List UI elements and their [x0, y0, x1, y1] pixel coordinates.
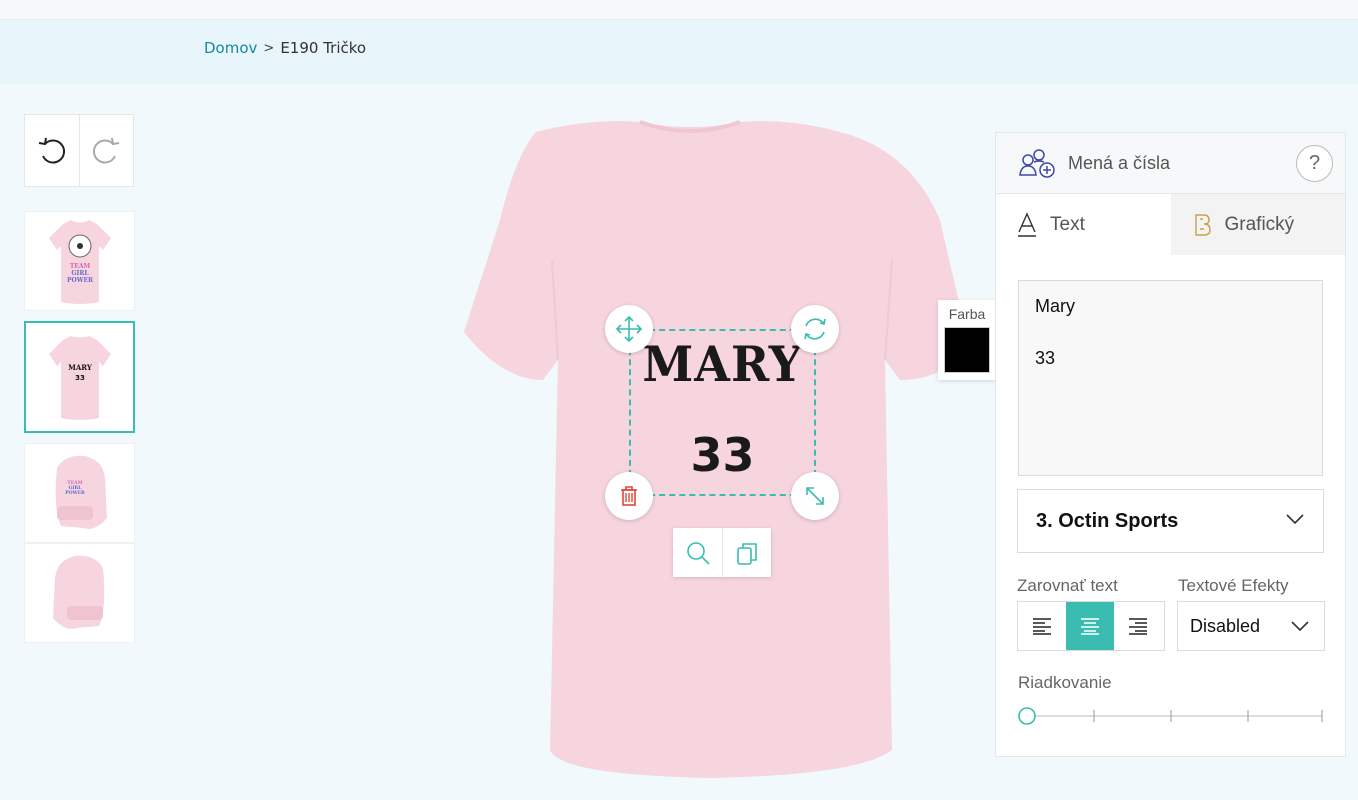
chevron-down-icon: [1286, 514, 1304, 525]
zoom-button[interactable]: [673, 528, 722, 577]
design-tools: [673, 528, 771, 577]
rotate-handle[interactable]: [791, 305, 839, 353]
color-picker-label: Farba: [948, 306, 986, 322]
panel-header: Mená a čísla ?: [996, 133, 1345, 194]
color-picker[interactable]: Farba: [938, 300, 996, 380]
align-left-icon: [1033, 618, 1051, 635]
line-spacing-slider[interactable]: [1018, 705, 1324, 727]
design-number-text[interactable]: 33: [629, 428, 816, 482]
align-center-icon: [1081, 618, 1099, 635]
front-shirt-thumbnail-image: TEAM GIRL POWER: [48, 220, 111, 304]
font-select-value: 3. Octin Sports: [1036, 509, 1179, 532]
help-icon: ?: [1308, 152, 1321, 174]
graphic-icon: [1194, 213, 1211, 236]
thumb-sleeve-line-3: POWER: [65, 490, 85, 496]
move-handle[interactable]: [605, 305, 653, 353]
thumb-front-line-3: POWER: [66, 277, 93, 284]
delete-handle[interactable]: [605, 472, 653, 520]
resize-icon: [806, 487, 824, 505]
text-editor-panel: Mená a čísla ? Text Grafický Mary 33 3. …: [995, 132, 1346, 757]
panel-tabs: Text Grafický: [996, 194, 1345, 255]
thumb-front-line-2: GIRL: [71, 270, 89, 277]
undo-icon: [38, 137, 66, 163]
move-icon: [615, 315, 643, 343]
text-input-area[interactable]: Mary 33: [1018, 280, 1323, 476]
align-label: Zarovnať text: [1017, 576, 1118, 595]
left-sleeve-thumbnail-image: TEAM GIRL POWER: [55, 455, 107, 529]
help-button[interactable]: ?: [1296, 145, 1333, 182]
breadcrumb-separator: >: [263, 40, 275, 56]
back-shirt-thumbnail-image: MARY 33: [48, 336, 111, 420]
top-bar: [0, 0, 1358, 20]
tab-graphic[interactable]: Grafický: [1170, 194, 1345, 255]
undo-button[interactable]: [25, 115, 79, 186]
panel-title: Mená a čísla: [1068, 152, 1171, 173]
trash-icon: [621, 486, 637, 506]
rotate-icon: [804, 318, 826, 340]
thumbnail-back[interactable]: MARY 33: [24, 321, 135, 433]
thumbnail-left-sleeve[interactable]: TEAM GIRL POWER: [24, 443, 135, 543]
duplicate-button[interactable]: [722, 528, 771, 577]
chevron-down-icon: [1291, 621, 1309, 632]
color-swatch[interactable]: [944, 327, 990, 373]
align-right-button[interactable]: [1114, 602, 1162, 650]
thumbnail-front[interactable]: TEAM GIRL POWER: [24, 211, 135, 311]
text-effects-select[interactable]: Disabled: [1177, 601, 1325, 651]
redo-icon: [93, 137, 120, 163]
breadcrumb-current: E190 Tričko: [280, 39, 367, 57]
text-align-group: [1017, 601, 1165, 651]
view-thumbnails: TEAM GIRL POWER MARY 33 TEAM GIRL POWER: [24, 211, 135, 643]
tab-graphic-label: Grafický: [1224, 213, 1295, 235]
breadcrumb-home-link[interactable]: Domov: [204, 39, 257, 57]
align-center-button[interactable]: [1066, 602, 1114, 650]
thumb-back-line-2: 33: [75, 374, 85, 382]
thumbnail-right-sleeve[interactable]: [24, 543, 135, 643]
align-right-icon: [1129, 618, 1147, 635]
tab-text[interactable]: Text: [996, 194, 1171, 255]
line-spacing-label: Riadkovanie: [1018, 673, 1112, 692]
thumb-back-line-1: MARY: [68, 363, 93, 372]
redo-button[interactable]: [78, 115, 133, 186]
copy-icon: [737, 542, 757, 565]
right-sleeve-thumbnail-image: [52, 555, 104, 629]
add-users-icon: [1019, 149, 1055, 178]
font-select[interactable]: 3. Octin Sports: [1017, 489, 1324, 553]
thumb-front-line-1: TEAM: [69, 263, 90, 270]
history-toolbar: [24, 114, 134, 187]
text-effects-value: Disabled: [1190, 615, 1261, 636]
search-icon: [686, 541, 710, 565]
tab-text-label: Text: [1050, 213, 1085, 235]
align-left-button[interactable]: [1018, 602, 1066, 650]
text-icon: [1018, 211, 1036, 237]
breadcrumb: Domov > E190 Tričko: [204, 39, 366, 57]
design-name-text[interactable]: MARY: [629, 336, 816, 393]
effects-label: Textové Efekty: [1178, 576, 1289, 595]
slider-thumb: [1018, 707, 1036, 725]
resize-handle[interactable]: [791, 472, 839, 520]
